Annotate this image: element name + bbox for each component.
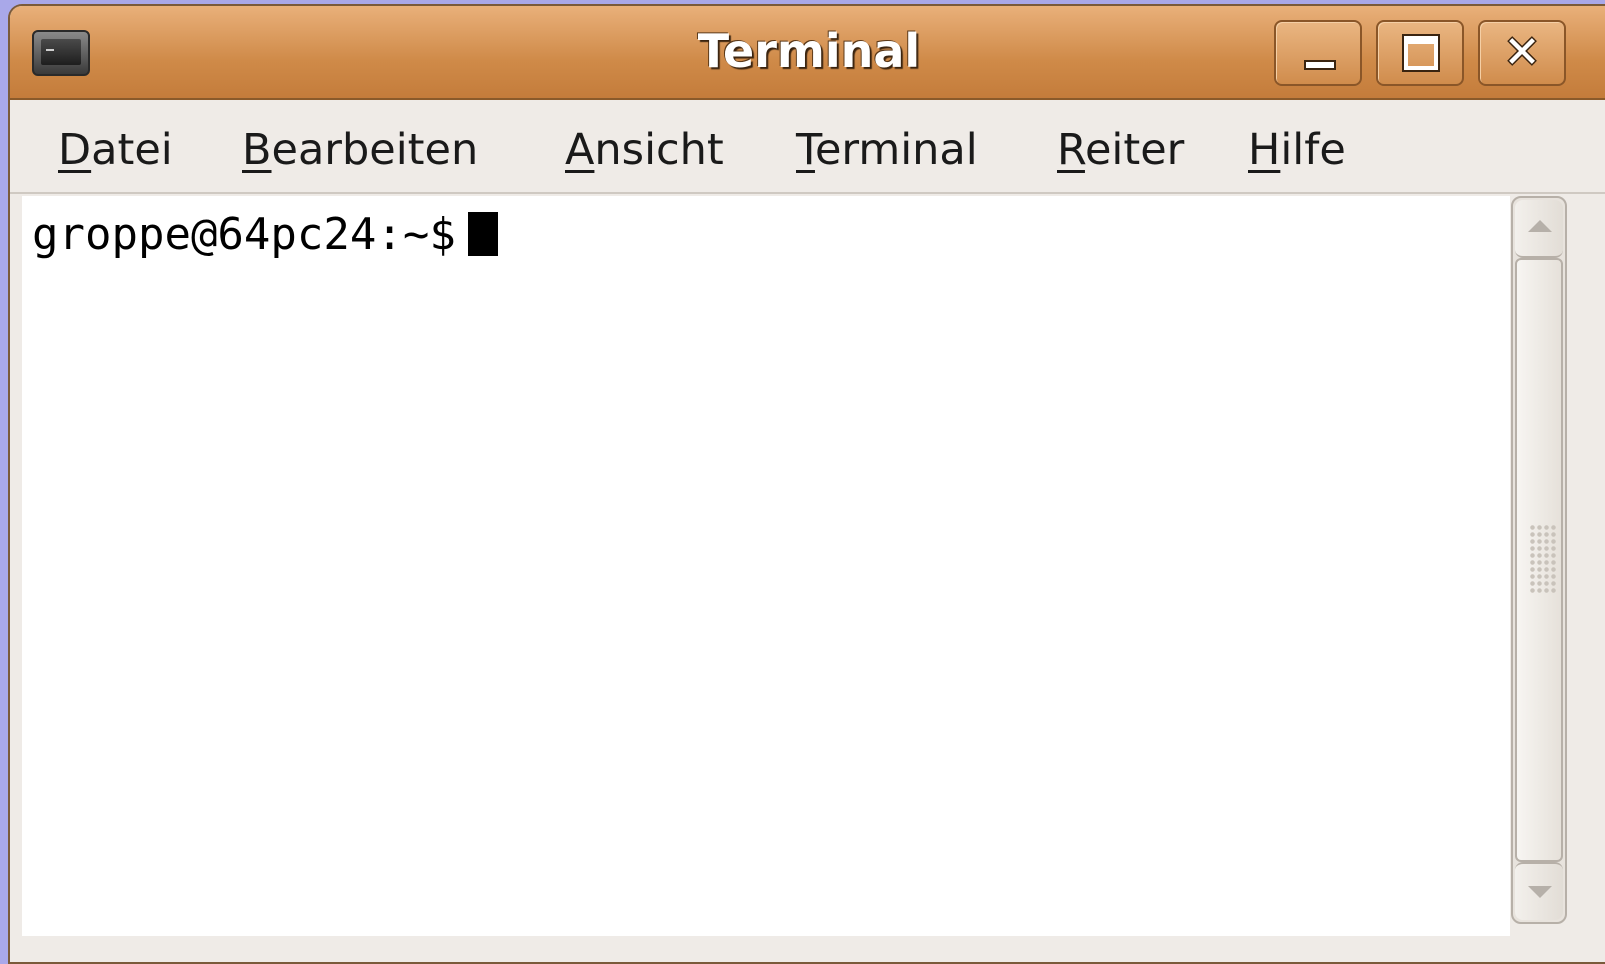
- maximize-button[interactable]: [1376, 20, 1464, 86]
- maximize-icon: [1402, 34, 1440, 72]
- menu-mnemonic: T: [796, 125, 815, 175]
- arrow-down-icon: [1528, 886, 1552, 898]
- menu-hilfe[interactable]: Hilfe: [1248, 122, 1346, 178]
- menu-label: erminal: [814, 125, 978, 175]
- menu-mnemonic: H: [1248, 125, 1281, 175]
- close-icon: ✕: [1503, 27, 1541, 78]
- arrow-up-icon: [1528, 220, 1552, 232]
- scroll-down-button[interactable]: [1515, 862, 1563, 920]
- menu-mnemonic: A: [565, 125, 595, 175]
- menu-reiter[interactable]: Reiter: [1057, 122, 1184, 178]
- minimize-icon: [1304, 60, 1336, 70]
- close-button[interactable]: ✕: [1478, 20, 1566, 86]
- menu-mnemonic: B: [242, 125, 272, 175]
- title-bar[interactable]: Terminal ✕: [10, 6, 1605, 100]
- text-cursor: [467, 212, 498, 256]
- menu-terminal[interactable]: Terminal: [796, 122, 978, 178]
- menu-mnemonic: R: [1057, 125, 1085, 175]
- terminal-area[interactable]: groppe@64pc24:~$: [22, 196, 1510, 936]
- window-title: Terminal: [697, 24, 921, 78]
- menu-ansicht[interactable]: Ansicht: [565, 122, 724, 178]
- menu-bearbeiten[interactable]: Bearbeiten: [242, 122, 478, 178]
- menu-datei[interactable]: Datei: [58, 122, 173, 178]
- menu-bar: Datei Bearbeiten Ansicht Terminal Reiter…: [10, 100, 1605, 194]
- prompt-line: groppe@64pc24:~$: [32, 204, 498, 266]
- terminal-window: Terminal ✕ Datei Bearbeiten Ansicht Term…: [8, 4, 1605, 964]
- scroll-up-button[interactable]: [1515, 200, 1563, 258]
- menu-label: eiter: [1084, 125, 1185, 175]
- scroll-thumb[interactable]: [1515, 258, 1563, 862]
- menu-label: earbeiten: [271, 125, 479, 175]
- vertical-scrollbar[interactable]: [1511, 196, 1567, 924]
- minimize-button[interactable]: [1274, 20, 1362, 86]
- menu-mnemonic: D: [58, 125, 92, 175]
- menu-label: nsicht: [594, 125, 724, 175]
- grip-icon: [1529, 524, 1557, 594]
- menu-label: atei: [91, 125, 173, 175]
- shell-prompt: groppe@64pc24:~$: [32, 209, 456, 260]
- menu-label: ilfe: [1280, 125, 1346, 175]
